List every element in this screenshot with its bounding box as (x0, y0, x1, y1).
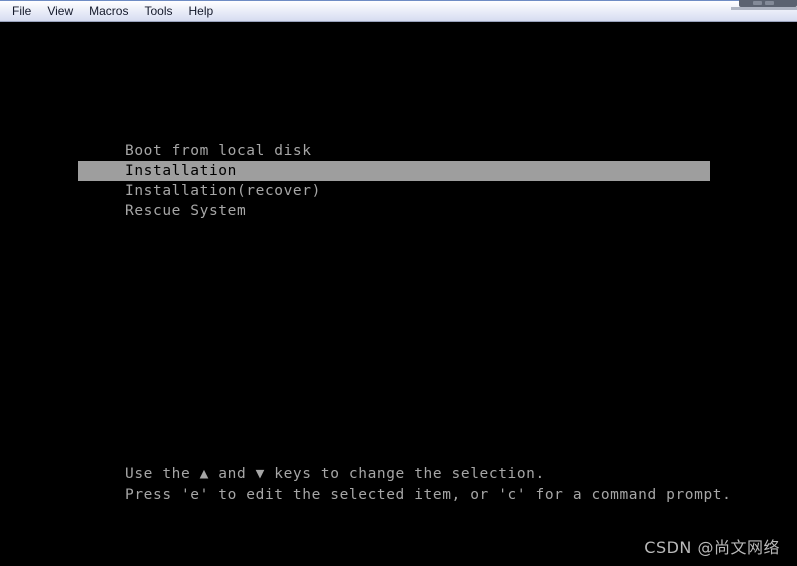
terminal-screen: Boot from local disk Installation Instal… (0, 22, 797, 566)
boot-menu-list: Boot from local disk Installation Instal… (0, 141, 797, 221)
help-line-edit-commands: Press 'e' to edit the selected item, or … (125, 487, 732, 503)
window-titlebar-fragment (731, 0, 797, 10)
titlebar-shadow (731, 7, 797, 10)
help-line-navigation: Use the ▲ and ▼ keys to change the selec… (125, 466, 545, 482)
watermark-label: CSDN @尚文网络 (644, 538, 780, 557)
window-control-icon-right[interactable] (765, 1, 774, 5)
menu-item-macros[interactable]: Macros (81, 2, 136, 21)
menu-bar: File View Macros Tools Help (0, 0, 797, 22)
boot-menu-item-rescue-system[interactable]: Rescue System (0, 201, 797, 221)
menu-item-file[interactable]: File (4, 2, 39, 21)
application-window: File View Macros Tools Help Boot from lo… (0, 0, 797, 566)
boot-menu-item-installation[interactable]: Installation (78, 161, 710, 181)
boot-menu-item-installation-recover[interactable]: Installation(recover) (0, 181, 797, 201)
boot-menu-item-boot-from-local-disk[interactable]: Boot from local disk (0, 141, 797, 161)
window-control-icon-left[interactable] (753, 1, 762, 5)
menu-item-help[interactable]: Help (181, 2, 222, 21)
boot-help-text: Use the ▲ and ▼ keys to change the selec… (125, 464, 765, 506)
menu-item-tools[interactable]: Tools (136, 2, 180, 21)
menu-item-view[interactable]: View (39, 2, 81, 21)
